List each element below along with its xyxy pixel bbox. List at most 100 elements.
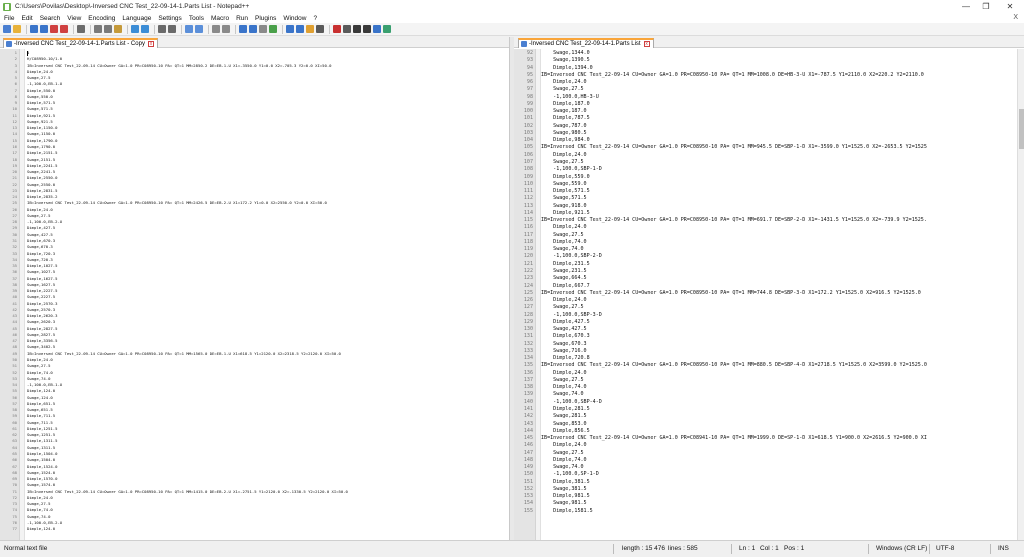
- record-macro-icon[interactable]: [333, 25, 341, 33]
- line-text: Swage,27.5: [541, 304, 584, 311]
- save-icon[interactable]: [30, 25, 38, 33]
- text-line: 138 Dimple,74.0: [514, 384, 1024, 391]
- line-text: IB=Inversed CNC Test_22-09-14 CU=Owner G…: [541, 71, 924, 78]
- toolbar-separator: [127, 24, 128, 34]
- save-all-icon[interactable]: [40, 25, 48, 33]
- tab-close-icon[interactable]: x: [643, 41, 650, 47]
- tab-close-icon[interactable]: x: [147, 41, 154, 47]
- text-line: 124 Dimple,667.7: [514, 283, 1024, 290]
- menu-encoding[interactable]: Encoding: [88, 15, 115, 22]
- text-line: 117 Swage,27.5: [514, 232, 1024, 239]
- udl-icon[interactable]: [269, 25, 277, 33]
- menu-tools[interactable]: Tools: [189, 15, 204, 22]
- menu-window[interactable]: Window: [283, 15, 306, 22]
- menu-help[interactable]: ?: [313, 15, 317, 22]
- stop-macro-icon[interactable]: [343, 25, 351, 33]
- line-text: Swage,1524.0: [27, 469, 56, 475]
- line-number: 105: [523, 144, 533, 151]
- line-text: Dimple,24.0: [27, 206, 53, 212]
- line-number: 128: [523, 311, 533, 318]
- line-text: Dimple,2827.5: [27, 325, 58, 331]
- replace-icon[interactable]: [168, 25, 176, 33]
- line-text: Swage,27.5: [541, 231, 584, 238]
- line-text: Swage,74.0: [27, 375, 51, 381]
- show-all-chars-icon[interactable]: [249, 25, 257, 33]
- cut-icon[interactable]: [94, 25, 102, 33]
- line-number: 102: [523, 122, 533, 129]
- menu-macro[interactable]: Macro: [211, 15, 229, 22]
- sync-h-icon[interactable]: [222, 25, 230, 33]
- close-window-icon[interactable]: ✕: [996, 0, 1024, 13]
- doc-map-icon[interactable]: [286, 25, 294, 33]
- run-macro-multiple-icon[interactable]: [363, 25, 371, 33]
- line-number: 125: [523, 289, 533, 296]
- line-text: Dimple,24.0: [27, 68, 53, 74]
- line-text: Swage,787.0: [541, 122, 587, 129]
- new-file-icon[interactable]: [3, 25, 11, 33]
- save-macro-icon[interactable]: [373, 25, 381, 33]
- menu-view[interactable]: View: [67, 15, 81, 22]
- menu-plugins[interactable]: Plugins: [255, 15, 276, 22]
- menu-settings[interactable]: Settings: [158, 15, 182, 22]
- function-list-icon[interactable]: [296, 25, 304, 33]
- left-text-editor[interactable]: 1 1 2 H/C08950-10/1.0 3 IB=Inversed CNC Test_…: [0, 49, 509, 540]
- line-number: 141: [523, 406, 533, 413]
- line-number: 116: [523, 224, 533, 231]
- indent-guide-icon[interactable]: [259, 25, 267, 33]
- tab-parts-list-copy[interactable]: -Inversed CNC Test_22-09-14-1.Parts List…: [3, 38, 158, 48]
- line-number: 146: [523, 442, 533, 449]
- line-text: Swage,427.5: [541, 326, 587, 333]
- close-all-icon[interactable]: [60, 25, 68, 33]
- redo-icon[interactable]: [141, 25, 149, 33]
- line-text: Swage,1504.0: [27, 457, 56, 463]
- line-number: 147: [523, 449, 533, 456]
- line-text: Dimple,720.8: [541, 355, 590, 362]
- line-number: 129: [523, 318, 533, 325]
- zoom-out-icon[interactable]: [195, 25, 203, 33]
- zoom-in-icon[interactable]: [185, 25, 193, 33]
- menu-language[interactable]: Language: [122, 15, 151, 22]
- line-text: Dimple,2620.3: [27, 313, 58, 319]
- line-text: Dimple,24.0: [541, 297, 587, 304]
- line-text: Dimple,2831.5: [27, 187, 58, 193]
- tab-parts-list[interactable]: -Inversed CNC Test_22-09-14-1.Parts List…: [518, 38, 654, 48]
- close-icon[interactable]: [50, 25, 58, 33]
- menu-run[interactable]: Run: [236, 15, 248, 22]
- sync-v-icon[interactable]: [212, 25, 220, 33]
- line-text: Swage,27.5: [27, 75, 51, 81]
- right-text-editor[interactable]: 92 Swage,1344.0 93 Swage,1390.5 94 Dimple,…: [514, 49, 1024, 540]
- copy-icon[interactable]: [104, 25, 112, 33]
- word-wrap-icon[interactable]: [239, 25, 247, 33]
- text-line: 130 Swage,427.5: [514, 326, 1024, 333]
- text-line: 111 Dimple,571.5: [514, 188, 1024, 195]
- text-line: 144 Dimple,856.5: [514, 428, 1024, 435]
- find-icon[interactable]: [158, 25, 166, 33]
- status-divider: [868, 544, 869, 554]
- line-text: Dimple,1251.5: [27, 425, 58, 431]
- line-text: Swage,231.5: [541, 267, 587, 274]
- status-encoding[interactable]: UTF-8: [936, 545, 954, 552]
- vertical-scrollbar[interactable]: [1017, 49, 1024, 540]
- paste-icon[interactable]: [114, 25, 122, 33]
- line-text: Dimple,1394.0: [541, 64, 593, 71]
- close-document-icon[interactable]: X: [1013, 14, 1018, 21]
- print-icon[interactable]: [77, 25, 85, 33]
- folder-workspace-icon[interactable]: [306, 25, 314, 33]
- text-line: 154 Swage,981.5: [514, 500, 1024, 507]
- status-eol[interactable]: Windows (CR LF): [876, 545, 927, 552]
- menu-file[interactable]: File: [4, 15, 14, 22]
- text-line: 93 Swage,1390.5: [514, 57, 1024, 64]
- play-macro-icon[interactable]: [353, 25, 361, 33]
- open-file-icon[interactable]: [13, 25, 21, 33]
- undo-icon[interactable]: [131, 25, 139, 33]
- status-insert-mode[interactable]: INS: [998, 545, 1009, 552]
- monitoring-icon[interactable]: [316, 25, 324, 33]
- line-text: Dimple,2227.5: [27, 288, 58, 294]
- text-line: 101 Dimple,787.5: [514, 115, 1024, 122]
- menu-search[interactable]: Search: [40, 15, 61, 22]
- text-line: 148 Dimple,74.0: [514, 457, 1024, 464]
- menu-edit[interactable]: Edit: [21, 15, 32, 22]
- spellcheck-icon[interactable]: [383, 25, 391, 33]
- toolbar-separator: [26, 24, 27, 34]
- scrollbar-thumb[interactable]: [1019, 109, 1024, 149]
